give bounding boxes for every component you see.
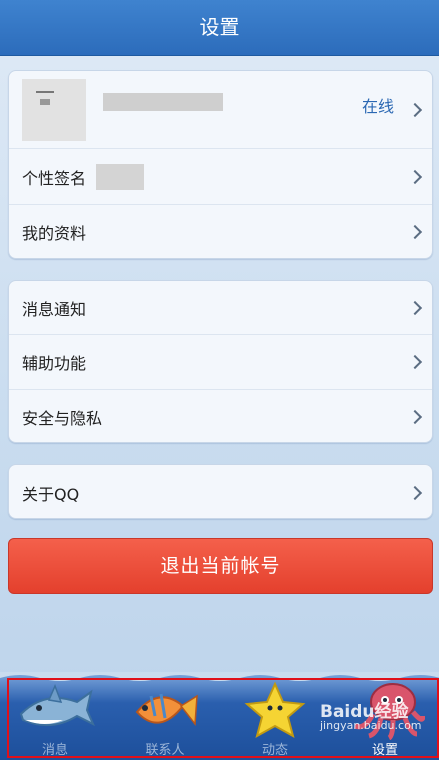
chevron-right-icon: [407, 409, 423, 425]
my-profile-label: 我的资料: [22, 224, 87, 243]
accessibility-row[interactable]: 辅助功能: [9, 335, 432, 390]
notifications-row[interactable]: 消息通知: [9, 281, 432, 335]
chevron-right-icon: [407, 169, 423, 184]
chevron-right-icon: [407, 354, 423, 370]
page-title: 设置: [199, 15, 240, 39]
chevron-right-icon: [407, 102, 423, 117]
chevron-right-icon: [407, 224, 423, 240]
nickname-redacted: [103, 93, 223, 111]
avatar[interactable]: [22, 78, 86, 141]
signature-row[interactable]: 个性签名: [9, 149, 432, 205]
about-qq-row[interactable]: 关于QQ: [9, 465, 432, 518]
general-settings-card: 消息通知 辅助功能 安全与隐私: [8, 280, 433, 443]
my-profile-row[interactable]: 我的资料: [9, 205, 432, 258]
account-card: 在线 个性签名 我的资料: [8, 70, 433, 259]
notifications-label: 消息通知: [22, 299, 87, 319]
security-privacy-label: 安全与隐私: [22, 409, 103, 428]
online-status[interactable]: 在线: [362, 93, 394, 117]
signature-redacted: [96, 163, 145, 190]
about-qq-label: 关于QQ: [22, 484, 80, 504]
accessibility-label: 辅助功能: [22, 354, 87, 373]
chevron-right-icon: [407, 300, 423, 315]
logout-label: 退出当前帐号: [160, 555, 281, 577]
logout-button[interactable]: 退出当前帐号: [8, 538, 433, 594]
header-bar: 设置: [0, 0, 439, 56]
profile-row[interactable]: 在线: [9, 71, 432, 149]
tab-bar-highlight-frame: [7, 678, 439, 758]
chevron-right-icon: [407, 485, 423, 500]
about-card: 关于QQ: [8, 464, 433, 519]
security-privacy-row[interactable]: 安全与隐私: [9, 390, 432, 442]
signature-label: 个性签名: [22, 168, 87, 188]
